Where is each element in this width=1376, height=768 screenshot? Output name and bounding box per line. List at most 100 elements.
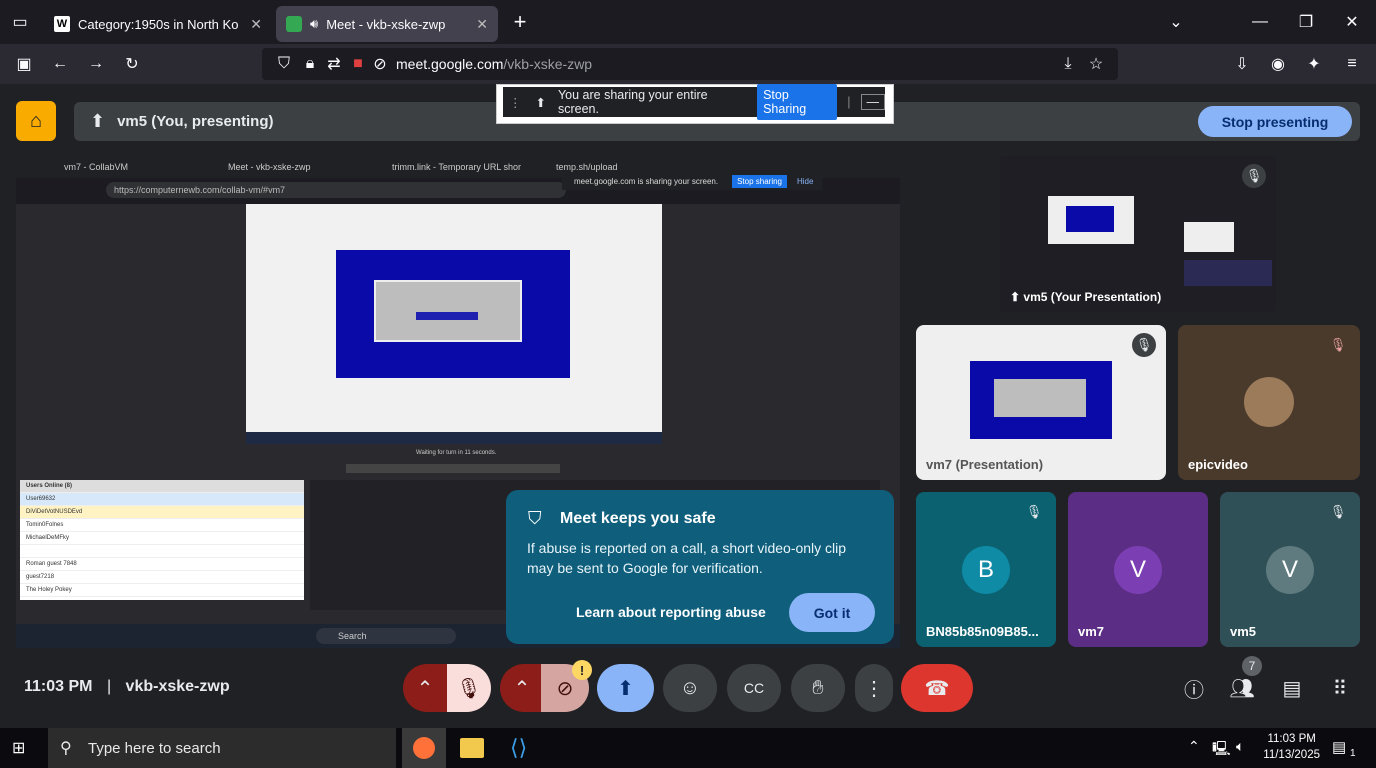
users-header: Users Online (8) [20,480,304,493]
meet-logo-icon: ⌂ [16,101,56,141]
drag-handle-icon[interactable]: ⋮ [509,95,522,110]
captions-button[interactable]: CC [727,664,781,712]
new-tab-icon[interactable]: + [508,9,532,34]
search-icon: ⚲ [60,740,72,757]
safety-title: Meet keeps you safe [560,510,716,527]
activities-button[interactable]: ⠿ [1324,664,1356,712]
people-count-badge: 7 [1242,656,1262,676]
mic-off-icon: 🎙︎ [1242,164,1266,188]
close-icon[interactable]: ✕ [468,16,488,33]
list-item: User69632 [20,493,304,506]
notifications-icon[interactable]: ▤ [1332,738,1346,756]
window-close-icon[interactable]: ✕ [1340,10,1364,34]
reload-icon[interactable]: ↻ [120,52,144,76]
users-online-list: Users Online (8) User69632 DiViDetVotNUS… [20,480,304,600]
forward-icon[interactable]: → [84,52,108,76]
present-button[interactable]: ⬆ [597,664,654,712]
divider: | [847,95,851,109]
extensions-icon[interactable]: ✦ [1302,52,1326,76]
back-icon[interactable]: ← [48,52,72,76]
audio-options-button[interactable]: ⌃ [403,664,447,712]
menu-icon[interactable]: ≡ [1340,52,1364,76]
vscode-icon[interactable]: ⟨⟩ [510,736,534,760]
tab-overview-icon[interactable]: ▭ [8,10,32,34]
self-presentation-tile[interactable]: 🎙︎ ⬆ vm5 (Your Presentation) [1000,156,1276,312]
taskbar-search[interactable]: ⚲ Type here to search [48,728,396,768]
participant-tile[interactable]: V 🎙︎ vm5 [1220,492,1360,647]
close-icon[interactable]: ✕ [242,16,262,33]
start-button[interactable]: ⊞ [12,738,34,758]
safety-body: If abuse is reported on a call, a short … [527,540,847,576]
apps-grid-icon: ⠿ [1332,677,1348,700]
minimize-icon[interactable]: — [1248,10,1272,34]
minimize-notice-button[interactable]: — [860,94,885,110]
hang-up-icon: ☎︎ [924,677,950,700]
list-item: DiViDetVotNUSDEvd [20,506,304,519]
shared-tab: temp.sh/upload [556,162,618,172]
stop-sharing-button[interactable]: Stop Sharing [757,84,838,120]
mic-off-icon: 🎙︎ [1132,333,1156,357]
url-path: /vkb-xske-zwp [503,56,593,72]
people-icon: 👥︎ [1229,677,1255,700]
list-item: guest7218 [20,571,304,584]
tray-clock[interactable]: 11:03 PM 11/13/2025 [1263,731,1320,763]
tile-name: vm7 [1078,624,1105,639]
network-icon[interactable]: 🖳︎ [1212,738,1231,762]
restore-icon[interactable]: ❐ [1294,10,1318,34]
install-icon[interactable]: ⤓ [1056,52,1080,76]
share-screen-icon: ⬆ [535,95,546,110]
present-screen-icon: ⬆ [90,111,106,131]
tab-label: Category:1950s in North Korea [78,16,238,32]
mic-blocked-icon[interactable]: ⊘ [368,52,392,76]
screen-share-indicator-icon[interactable]: ■ [346,52,370,76]
present-icon: ⬆ [1010,290,1024,304]
downloads-icon[interactable]: ⇩ [1230,52,1254,76]
meeting-details-button[interactable]: ⓘ [1178,664,1210,712]
volume-muted-icon[interactable]: 🔈︎ [1236,738,1244,755]
sidebar-icon[interactable]: ▣ [12,52,36,76]
leave-call-button[interactable]: ☎︎ [901,664,973,712]
list-item [20,545,304,558]
got-it-button[interactable]: Got it [789,593,875,632]
vm-dialog [374,280,522,342]
account-icon[interactable]: ◉ [1266,52,1290,76]
file-explorer-icon[interactable] [460,738,484,758]
inner-stop-button: Stop sharing [732,174,787,188]
epicvideo-tile[interactable]: 🎙︎ epicvideo [1178,325,1360,480]
meeting-info: 11:03 PM | vkb-xske-zwp [24,678,230,696]
chevron-down-icon[interactable]: ⌄ [1164,10,1188,34]
video-options-button[interactable]: ⌃ [500,664,544,712]
chevron-up-icon: ⌃ [513,677,531,700]
firefox-taskbar-icon[interactable] [402,728,446,768]
info-icon: ⓘ [1184,679,1204,702]
list-item: MichaelDeMFky [20,532,304,545]
wikipedia-icon: W [54,16,70,32]
reactions-button[interactable]: ☺ [663,664,717,712]
shared-tab: vm7 - CollabVM [64,162,129,172]
participant-tile[interactable]: B 🎙︎ BN85b85n09B85... [916,492,1056,647]
tab-meet[interactable]: 🔊︎ Meet - vkb-xske-zwp ✕ [276,6,498,42]
shield-icon[interactable]: ⛉ [272,52,296,76]
chat-icon: ▤ [1282,677,1302,700]
lock-icon[interactable]: 🔒︎ [298,52,322,76]
tab-wikipedia[interactable]: W Category:1950s in North Korea ✕ [44,6,272,42]
stop-presenting-button[interactable]: Stop presenting [1198,106,1352,137]
tray-chevron-icon[interactable]: ⌃ [1188,738,1200,755]
vm7-presentation-tile[interactable]: 🎙︎ vm7 (Presentation) [916,325,1166,480]
learn-more-link[interactable]: Learn about reporting abuse [576,604,766,620]
vm-display [246,204,662,444]
list-item: Roman guest 7848 [20,558,304,571]
avatar: V [1266,546,1314,594]
participant-tile[interactable]: V vm7 [1068,492,1208,647]
turn-text: Waiting for turn in 11 seconds. [416,450,497,456]
safety-popup: ⛉ Meet keeps you safe If abuse is report… [506,490,894,644]
more-options-button[interactable]: ⋮ [855,664,893,712]
raise-hand-button[interactable]: ✋︎ [791,664,845,712]
bookmark-star-icon[interactable]: ☆ [1084,52,1108,76]
chat-button[interactable]: ▤ [1276,664,1308,712]
search-placeholder: Type here to search [88,739,221,757]
meeting-code: vkb-xske-zwp [125,678,230,695]
permissions-icon[interactable]: ⇄ [322,52,346,76]
inner-hide-link: Hide [797,176,814,186]
mic-toggle-button[interactable]: 🎙︎ [447,664,491,712]
